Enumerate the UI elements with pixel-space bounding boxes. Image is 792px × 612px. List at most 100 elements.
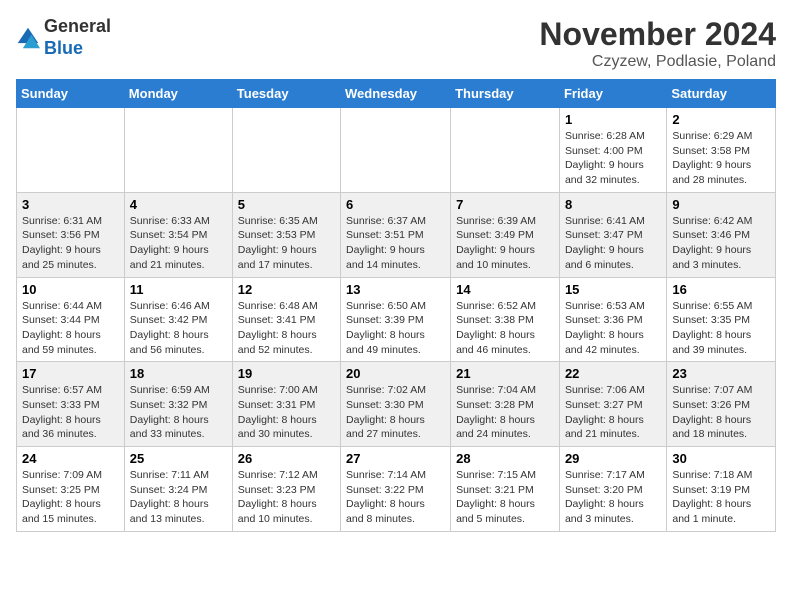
day-cell: 21 Sunrise: 7:04 AM Sunset: 3:28 PM Dayli… [451,362,560,447]
day-cell: 24Sunrise: 7:09 AM Sunset: 3:25 PM Dayli… [17,447,125,532]
day-cell: 7Sunrise: 6:39 AM Sunset: 3:49 PM Daylig… [451,192,560,277]
header-tuesday: Tuesday [232,80,340,108]
day-info: Sunrise: 6:29 AM Sunset: 3:58 PM Dayligh… [672,129,770,188]
day-cell [124,108,232,193]
day-cell: 2 Sunrise: 6:29 AM Sunset: 3:58 PM Daylig… [667,108,776,193]
day-number: 2 [672,112,770,127]
day-cell: 4Sunrise: 6:33 AM Sunset: 3:54 PM Daylig… [124,192,232,277]
day-cell: 15 Sunrise: 6:53 AM Sunset: 3:36 PM Dayli… [559,277,666,362]
day-number: 17 [22,366,119,381]
day-info: Sunrise: 7:12 AM Sunset: 3:23 PM Dayligh… [238,468,335,527]
day-number: 5 [238,197,335,212]
logo-blue-text: Blue [44,38,83,58]
day-info: Sunrise: 7:18 AM Sunset: 3:19 PM Dayligh… [672,468,770,527]
day-info: Sunrise: 6:44 AM Sunset: 3:44 PM Dayligh… [22,299,119,358]
day-cell [451,108,560,193]
day-number: 9 [672,197,770,212]
day-info: Sunrise: 7:04 AM Sunset: 3:28 PM Dayligh… [456,383,554,442]
day-number: 19 [238,366,335,381]
month-title: November 2024 [539,16,776,53]
logo-general-text: General [44,16,111,36]
day-number: 18 [130,366,227,381]
calendar-header-row: SundayMondayTuesdayWednesdayThursdayFrid… [17,80,776,108]
day-info: Sunrise: 7:02 AM Sunset: 3:30 PM Dayligh… [346,383,445,442]
day-cell: 28Sunrise: 7:15 AM Sunset: 3:21 PM Dayli… [451,447,560,532]
day-cell: 27 Sunrise: 7:14 AM Sunset: 3:22 PM Dayli… [341,447,451,532]
week-row-4: 17 Sunrise: 6:57 AM Sunset: 3:33 PM Dayli… [17,362,776,447]
day-cell: 23 Sunrise: 7:07 AM Sunset: 3:26 PM Dayli… [667,362,776,447]
day-cell: 12Sunrise: 6:48 AM Sunset: 3:41 PM Dayli… [232,277,340,362]
day-info: Sunrise: 6:55 AM Sunset: 3:35 PM Dayligh… [672,299,770,358]
day-number: 28 [456,451,554,466]
day-number: 22 [565,366,661,381]
day-info: Sunrise: 6:48 AM Sunset: 3:41 PM Dayligh… [238,299,335,358]
day-number: 26 [238,451,335,466]
day-info: Sunrise: 6:31 AM Sunset: 3:56 PM Dayligh… [22,214,119,273]
day-cell: 18 Sunrise: 6:59 AM Sunset: 3:32 PM Dayli… [124,362,232,447]
day-number: 29 [565,451,661,466]
day-info: Sunrise: 6:42 AM Sunset: 3:46 PM Dayligh… [672,214,770,273]
day-number: 13 [346,282,445,297]
logo-icon [16,26,40,50]
day-number: 3 [22,197,119,212]
day-cell: 11 Sunrise: 6:46 AM Sunset: 3:42 PM Dayli… [124,277,232,362]
header-saturday: Saturday [667,80,776,108]
day-cell: 29Sunrise: 7:17 AM Sunset: 3:20 PM Dayli… [559,447,666,532]
calendar-table: SundayMondayTuesdayWednesdayThursdayFrid… [16,79,776,532]
day-cell: 14Sunrise: 6:52 AM Sunset: 3:38 PM Dayli… [451,277,560,362]
day-cell: 3 Sunrise: 6:31 AM Sunset: 3:56 PM Daylig… [17,192,125,277]
day-info: Sunrise: 6:59 AM Sunset: 3:32 PM Dayligh… [130,383,227,442]
header-friday: Friday [559,80,666,108]
day-number: 25 [130,451,227,466]
day-info: Sunrise: 6:46 AM Sunset: 3:42 PM Dayligh… [130,299,227,358]
day-info: Sunrise: 6:50 AM Sunset: 3:39 PM Dayligh… [346,299,445,358]
day-cell: 22 Sunrise: 7:06 AM Sunset: 3:27 PM Dayli… [559,362,666,447]
logo: General Blue [16,16,111,59]
day-number: 11 [130,282,227,297]
day-info: Sunrise: 7:06 AM Sunset: 3:27 PM Dayligh… [565,383,661,442]
day-cell: 9 Sunrise: 6:42 AM Sunset: 3:46 PM Daylig… [667,192,776,277]
day-cell: 5 Sunrise: 6:35 AM Sunset: 3:53 PM Daylig… [232,192,340,277]
day-number: 16 [672,282,770,297]
header-wednesday: Wednesday [341,80,451,108]
day-info: Sunrise: 7:07 AM Sunset: 3:26 PM Dayligh… [672,383,770,442]
day-info: Sunrise: 7:14 AM Sunset: 3:22 PM Dayligh… [346,468,445,527]
day-cell: 6 Sunrise: 6:37 AM Sunset: 3:51 PM Daylig… [341,192,451,277]
day-info: Sunrise: 6:37 AM Sunset: 3:51 PM Dayligh… [346,214,445,273]
day-number: 21 [456,366,554,381]
day-cell: 13 Sunrise: 6:50 AM Sunset: 3:39 PM Dayli… [341,277,451,362]
week-row-3: 10 Sunrise: 6:44 AM Sunset: 3:44 PM Dayli… [17,277,776,362]
day-info: Sunrise: 6:52 AM Sunset: 3:38 PM Dayligh… [456,299,554,358]
page-header: General Blue November 2024 Czyzew, Podla… [16,16,776,71]
header-thursday: Thursday [451,80,560,108]
day-number: 27 [346,451,445,466]
day-cell: 25 Sunrise: 7:11 AM Sunset: 3:24 PM Dayli… [124,447,232,532]
day-cell: 30Sunrise: 7:18 AM Sunset: 3:19 PM Dayli… [667,447,776,532]
day-info: Sunrise: 7:09 AM Sunset: 3:25 PM Dayligh… [22,468,119,527]
title-block: November 2024 Czyzew, Podlasie, Poland [539,16,776,71]
day-number: 23 [672,366,770,381]
day-info: Sunrise: 6:53 AM Sunset: 3:36 PM Dayligh… [565,299,661,358]
day-info: Sunrise: 6:39 AM Sunset: 3:49 PM Dayligh… [456,214,554,273]
day-cell [232,108,340,193]
day-info: Sunrise: 7:11 AM Sunset: 3:24 PM Dayligh… [130,468,227,527]
day-number: 20 [346,366,445,381]
week-row-5: 24Sunrise: 7:09 AM Sunset: 3:25 PM Dayli… [17,447,776,532]
day-info: Sunrise: 6:57 AM Sunset: 3:33 PM Dayligh… [22,383,119,442]
day-number: 10 [22,282,119,297]
day-cell [341,108,451,193]
day-number: 4 [130,197,227,212]
day-number: 15 [565,282,661,297]
header-sunday: Sunday [17,80,125,108]
day-cell: 20 Sunrise: 7:02 AM Sunset: 3:30 PM Dayli… [341,362,451,447]
day-cell [17,108,125,193]
day-info: Sunrise: 6:35 AM Sunset: 3:53 PM Dayligh… [238,214,335,273]
header-monday: Monday [124,80,232,108]
day-info: Sunrise: 6:41 AM Sunset: 3:47 PM Dayligh… [565,214,661,273]
day-info: Sunrise: 6:28 AM Sunset: 4:00 PM Dayligh… [565,129,661,188]
day-number: 1 [565,112,661,127]
day-number: 6 [346,197,445,212]
day-cell: 16 Sunrise: 6:55 AM Sunset: 3:35 PM Dayli… [667,277,776,362]
day-info: Sunrise: 7:00 AM Sunset: 3:31 PM Dayligh… [238,383,335,442]
day-cell: 17 Sunrise: 6:57 AM Sunset: 3:33 PM Dayli… [17,362,125,447]
